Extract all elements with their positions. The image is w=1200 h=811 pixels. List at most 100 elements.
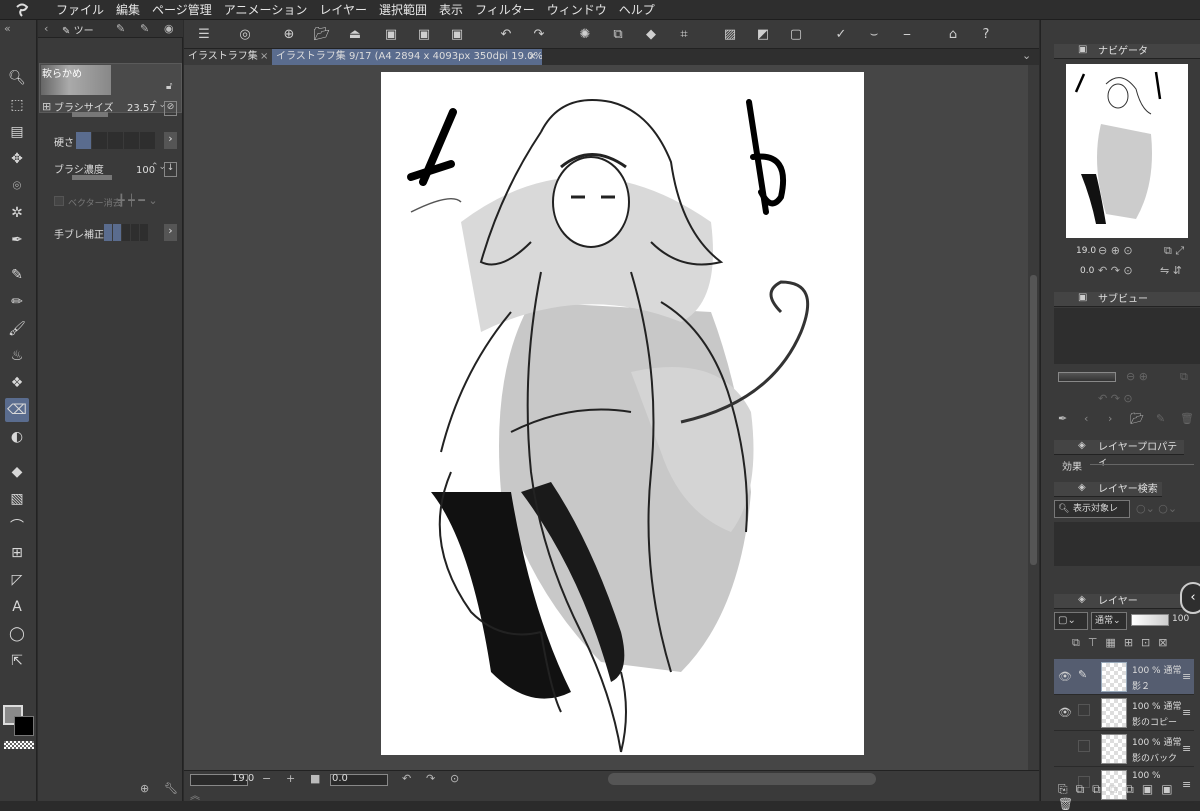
- nav-flip-icons[interactable]: ⇋ ⇵: [1160, 264, 1182, 277]
- brush-tab-icon[interactable]: ✎: [140, 22, 149, 35]
- subview-slider[interactable]: [1058, 372, 1116, 382]
- fill-icon[interactable]: ◆: [640, 23, 662, 45]
- invert-icon[interactable]: ◩: [752, 23, 774, 45]
- subview-area[interactable]: [1054, 308, 1200, 364]
- ruler-icon[interactable]: ◸: [5, 568, 29, 592]
- navigator-header[interactable]: ナビゲータ: [1054, 44, 1200, 59]
- hardness-arrow-icon[interactable]: ›: [164, 132, 177, 149]
- frame-icon[interactable]: ⊞: [5, 541, 29, 565]
- nav-rotate-controls[interactable]: ↶ ↷ ⊙: [1098, 264, 1133, 277]
- density-option-icon[interactable]: ↓: [164, 162, 177, 177]
- decoration-icon[interactable]: ❖: [5, 371, 29, 395]
- line-tool-icon[interactable]: ⎯: [896, 23, 918, 45]
- save-icon[interactable]: ⏏: [344, 23, 366, 45]
- subview-zoom-controls[interactable]: ⊖ ⊕: [1126, 370, 1148, 383]
- rotate-left-icon[interactable]: ↶: [402, 772, 411, 785]
- correct-line-icon[interactable]: ⇱: [5, 649, 29, 673]
- layer-menu-icon[interactable]: ≡: [1182, 670, 1191, 683]
- reset-rotate-icon[interactable]: ⊙: [450, 772, 459, 785]
- border-icon[interactable]: ▢: [785, 23, 807, 45]
- menu-icon[interactable]: ☰: [193, 23, 215, 45]
- lock-icon[interactable]: 🔓︎: [166, 81, 172, 92]
- open-icon[interactable]: 📂︎: [311, 23, 333, 45]
- eye-icon[interactable]: 👁︎: [1058, 670, 1072, 683]
- airbrush-icon[interactable]: ♨: [5, 344, 29, 368]
- zoom-in-icon[interactable]: +: [286, 772, 295, 785]
- menu-item[interactable]: ヘルプ: [613, 0, 661, 20]
- subview-eyedropper-icon[interactable]: ✒: [1058, 412, 1067, 425]
- search-options-icon[interactable]: ○⌄ ○⌄: [1136, 502, 1177, 515]
- new-icon[interactable]: ⊕: [278, 23, 300, 45]
- angle-value[interactable]: 0.0: [332, 773, 348, 784]
- layer-menu-icon[interactable]: ≡: [1182, 706, 1191, 719]
- collapse-left-icon[interactable]: «: [4, 22, 11, 35]
- copy-icon[interactable]: ⧉: [607, 23, 629, 45]
- redo-icon[interactable]: ↷: [528, 23, 550, 45]
- menu-item[interactable]: フィルター: [469, 0, 541, 20]
- layer-row[interactable]: 👁︎ ✎ 100 % 通常 影２ ≡: [1054, 659, 1194, 695]
- text-icon[interactable]: A: [5, 595, 29, 619]
- vertical-scrollbar[interactable]: [1028, 65, 1039, 770]
- hardness-selector[interactable]: [76, 132, 155, 149]
- move-icon[interactable]: ✥: [5, 147, 29, 171]
- subview-rotate-controls[interactable]: ↶ ↷ ⊙: [1098, 392, 1133, 405]
- nav-fit-icons[interactable]: ⧉ ⤢: [1164, 244, 1184, 258]
- subview-next-icon[interactable]: ›: [1108, 412, 1112, 425]
- pen-tool-icon[interactable]: ✓: [830, 23, 852, 45]
- size-option-icon[interactable]: ⊘: [164, 101, 177, 116]
- undo-icon[interactable]: ↶: [495, 23, 517, 45]
- app-icon[interactable]: ◎: [234, 23, 256, 45]
- balloon-icon[interactable]: ◯: [5, 622, 29, 646]
- layer-search-header[interactable]: レイヤー検索: [1054, 482, 1162, 497]
- stabilize-selector[interactable]: [104, 224, 148, 241]
- pen-icon[interactable]: ✎: [5, 263, 29, 287]
- layer-row[interactable]: 👁︎ 100 % 通常 影のコピー ≡: [1054, 695, 1194, 731]
- rotate-right-icon[interactable]: ↷: [426, 772, 435, 785]
- layer-select-checkbox[interactable]: [1078, 704, 1090, 716]
- tab-document-2[interactable]: イラストラフ集 9/17 (A4 2894 x 4093px 350dpi 19…: [272, 49, 542, 65]
- sub-color-swatch[interactable]: [14, 716, 34, 736]
- pencil-icon[interactable]: ✏: [5, 290, 29, 314]
- menu-item[interactable]: レイヤー: [313, 0, 373, 20]
- brush-size-slider[interactable]: [72, 112, 108, 117]
- help-icon[interactable]: ?: [975, 23, 997, 45]
- cap-icon[interactable]: ⌂: [942, 23, 964, 45]
- menu-item[interactable]: 選択範囲: [373, 0, 433, 20]
- blend-icon[interactable]: ◐: [5, 425, 29, 449]
- panel-collapse-button[interactable]: ‹: [1180, 582, 1200, 614]
- menu-item[interactable]: アニメーション: [218, 0, 314, 20]
- scroll-thumb[interactable]: [1030, 275, 1037, 565]
- subtool-tab[interactable]: ✎ ツー: [62, 22, 94, 37]
- layer-lock-icons[interactable]: ⧉⊤▦⊞⊡⊠: [1072, 636, 1175, 650]
- layer-row[interactable]: 100 % 通常 影のバック ≡: [1054, 731, 1194, 767]
- opacity-slider[interactable]: [1131, 614, 1169, 626]
- edit-pen-icon[interactable]: ✎: [1078, 668, 1090, 681]
- wand-icon[interactable]: ✲: [5, 201, 29, 225]
- density-slider[interactable]: [72, 175, 112, 180]
- close-icon[interactable]: ×: [528, 49, 536, 65]
- menu-item[interactable]: ファイル: [50, 0, 110, 20]
- tab-document-1[interactable]: イラストラフ集 ×: [184, 49, 272, 65]
- jpg-icon[interactable]: ▣: [380, 23, 402, 45]
- eyedropper-icon[interactable]: ✒: [5, 228, 29, 252]
- close-icon[interactable]: ×: [260, 49, 268, 65]
- app-logo-icon[interactable]: [14, 2, 30, 18]
- zoom-out-icon[interactable]: −: [262, 772, 271, 785]
- stabilize-arrow-icon[interactable]: ›: [164, 224, 177, 241]
- transparent-color-swatch[interactable]: [4, 741, 34, 749]
- subview-header[interactable]: サブビュー: [1054, 292, 1200, 307]
- page-icon[interactable]: ▤: [5, 120, 29, 144]
- select-icon[interactable]: ⌾: [5, 174, 29, 198]
- menu-item[interactable]: ページ管理: [146, 0, 218, 20]
- brush-icon[interactable]: 🖌︎: [5, 317, 29, 341]
- lasso-icon[interactable]: ⬚: [5, 93, 29, 117]
- subview-prev-icon[interactable]: ‹: [1084, 412, 1088, 425]
- layer-menu-icon[interactable]: ≡: [1182, 742, 1191, 755]
- nav-zoom-value[interactable]: 19.0: [1076, 246, 1096, 256]
- subview-folder-icon[interactable]: 📂︎: [1130, 412, 1144, 425]
- fill-icon[interactable]: ◆: [5, 460, 29, 484]
- navigator-preview[interactable]: [1066, 64, 1188, 238]
- settings-tab-icon[interactable]: ◉: [164, 22, 174, 35]
- brush-tool-icon[interactable]: ⌣: [863, 23, 885, 45]
- menu-item[interactable]: 編集: [110, 0, 146, 20]
